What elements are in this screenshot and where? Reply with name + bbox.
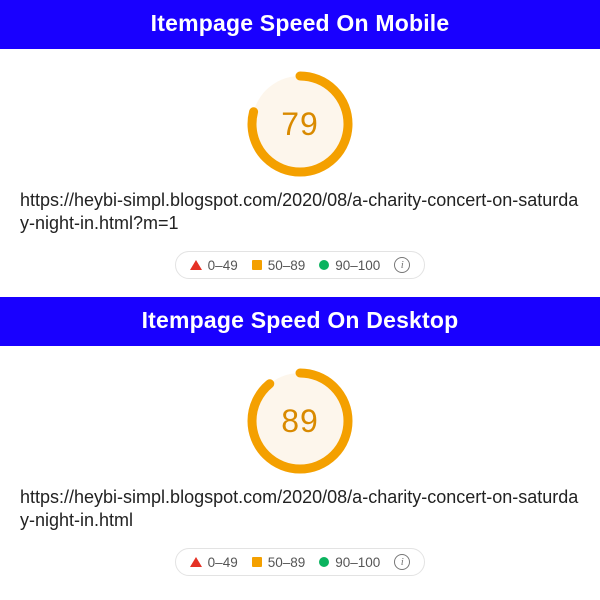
legend-average-label: 50–89 [268,555,306,570]
desktop-score: 89 [247,368,353,474]
desktop-section: Itempage Speed On Desktop 89 https://hey… [0,297,600,576]
desktop-gauge-wrap: 89 [0,346,600,480]
legend-mobile: 0–49 50–89 90–100 i [175,251,426,279]
mobile-url: https://heybi-simpl.blogspot.com/2020/08… [0,183,600,241]
legend-average: 50–89 [252,258,306,273]
legend-average: 50–89 [252,555,306,570]
legend-good: 90–100 [319,555,380,570]
mobile-gauge: 79 [247,71,353,177]
info-icon[interactable]: i [394,257,410,273]
legend-good-label: 90–100 [335,258,380,273]
square-icon [252,557,262,567]
triangle-icon [190,260,202,270]
desktop-header: Itempage Speed On Desktop [0,297,600,346]
legend-poor-label: 0–49 [208,258,238,273]
legend-good-label: 90–100 [335,555,380,570]
legend-poor: 0–49 [190,555,238,570]
legend-poor-label: 0–49 [208,555,238,570]
legend-average-label: 50–89 [268,258,306,273]
legend-good: 90–100 [319,258,380,273]
circle-icon [319,260,329,270]
desktop-gauge: 89 [247,368,353,474]
legend-desktop: 0–49 50–89 90–100 i [175,548,426,576]
square-icon [252,260,262,270]
mobile-header: Itempage Speed On Mobile [0,0,600,49]
info-icon[interactable]: i [394,554,410,570]
mobile-score: 79 [247,71,353,177]
circle-icon [319,557,329,567]
triangle-icon [190,557,202,567]
desktop-url: https://heybi-simpl.blogspot.com/2020/08… [0,480,600,538]
mobile-gauge-wrap: 79 [0,49,600,183]
mobile-section: Itempage Speed On Mobile 79 https://heyb… [0,0,600,279]
legend-poor: 0–49 [190,258,238,273]
